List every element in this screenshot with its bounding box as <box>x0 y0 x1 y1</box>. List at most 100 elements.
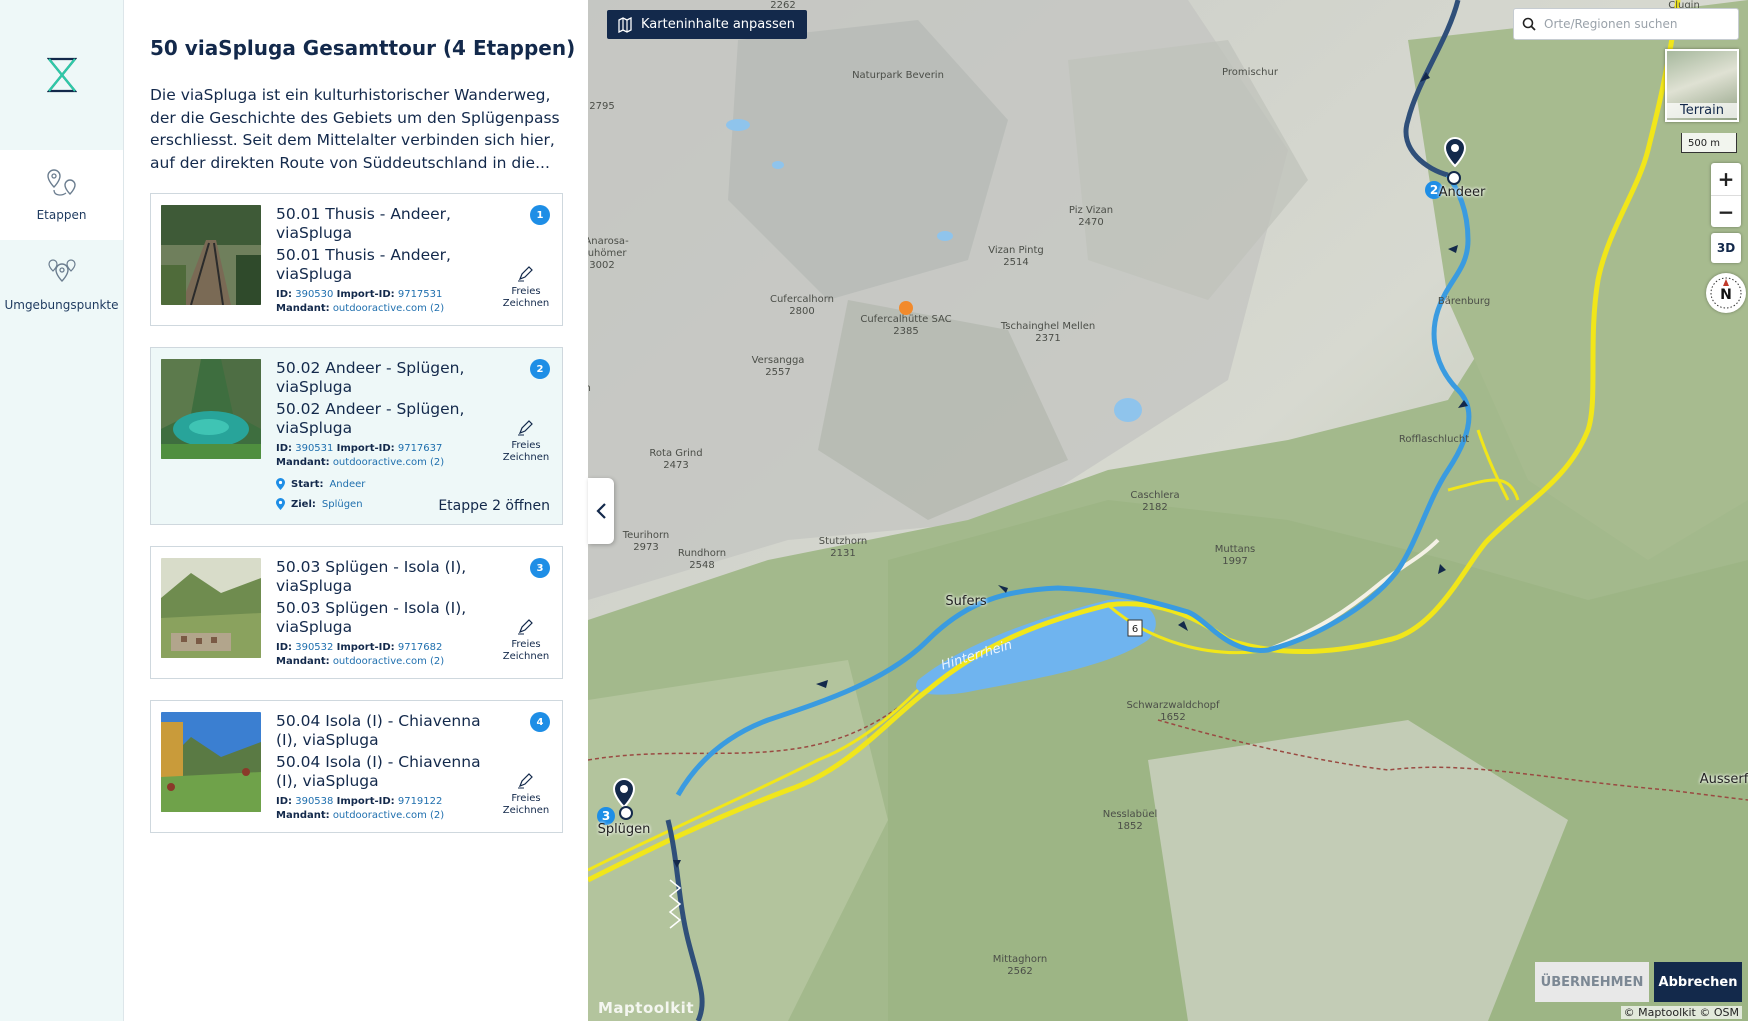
stage-4-photo <box>161 712 261 812</box>
maptoolkit-watermark: Maptoolkit <box>598 999 694 1017</box>
nav-umgebungspunkte-label: Umgebungspunkte <box>4 298 119 312</box>
logo-icon <box>46 57 77 93</box>
nav-rail: Etappen Umgebungspunkte <box>0 0 124 1021</box>
open-stage-2-link[interactable]: Etappe 2 öffnen <box>438 498 550 514</box>
map-label-mittaghorn: Mittaghorn 2562 <box>992 954 1048 977</box>
location-pin-icon <box>276 498 285 510</box>
map-label-tschaingel: Tschainghel Mellen 2371 <box>1000 321 1096 344</box>
stage-4-badge: 4 <box>530 712 550 732</box>
stage-4-mandant: Mandant: outdooractive.com (2) <box>276 810 445 821</box>
map-label-anarosa: d'Anarosa- rauhömer3002 <box>588 236 629 271</box>
stage-2-mandant: Mandant: outdooractive.com (2) <box>276 457 445 468</box>
stage-4-subtitle: 50.04 Isola (I) - Chiavenna (I), viaSplu… <box>276 753 481 790</box>
map-label-2795: 2795 <box>589 101 615 112</box>
nav-umgebungspunkte[interactable]: Umgebungspunkte <box>0 240 123 330</box>
stage-3-badge: 3 <box>530 558 550 578</box>
mandant-link[interactable]: outdooractive.com (2) <box>333 303 444 314</box>
town-spluegen: Splügen <box>597 822 651 837</box>
stage-2-badge: 2 <box>530 359 550 379</box>
map-layers-icon <box>618 16 632 33</box>
collapse-panel-button[interactable] <box>588 478 614 544</box>
stage-4-free-draw-button[interactable]: Freies Zeichnen <box>500 771 552 817</box>
map-label-teurihorn: Teurihorn 2973 <box>622 530 670 553</box>
town-andeer: Andeer <box>1438 185 1486 200</box>
stage-1-photo <box>161 205 261 305</box>
stage-card-4[interactable]: 50.04 Isola (I) - Chiavenna (I), viaSplu… <box>150 700 563 833</box>
cancel-button[interactable]: Abbrechen <box>1654 962 1742 1002</box>
svg-text:3: 3 <box>602 809 610 823</box>
map-label-vizan-pintg: Vizan Pintg 2514 <box>988 245 1044 268</box>
stage-1-free-draw-button[interactable]: Freies Zeichnen <box>500 264 552 310</box>
map-label-roffla: Rofflaschlucht <box>1398 434 1470 445</box>
pen-icon <box>518 773 533 789</box>
map-label-naturpark: Naturpark Beverin <box>852 70 944 81</box>
stage-4-title: 50.04 Isola (I) - Chiavenna (I), viaSplu… <box>276 712 481 749</box>
pen-icon <box>518 266 533 282</box>
road-number: 6 <box>1131 624 1139 635</box>
mandant-link[interactable]: outdooractive.com (2) <box>333 457 444 468</box>
nav-etappen[interactable]: Etappen <box>0 150 123 240</box>
search-icon <box>1522 17 1536 31</box>
terrain-layer-toggle[interactable]: Terrain <box>1665 49 1739 122</box>
tour-title: 50 viaSpluga Gesamttour (4 Etappen) <box>150 36 576 60</box>
svg-text:N: N <box>1720 287 1732 303</box>
map-label-barenburg: Bärenburg <box>1437 296 1491 307</box>
map-search[interactable] <box>1513 8 1739 40</box>
toggle-3d-button[interactable]: 3D <box>1711 233 1741 263</box>
map-label-piz-vizan: Piz Vizan 2470 <box>1068 205 1114 228</box>
stage-2-free-draw-button[interactable]: Freies Zeichnen <box>500 418 552 464</box>
map-label-cufercalhorn: Cufercalhorn 2800 <box>769 294 835 317</box>
map-search-input[interactable] <box>1544 17 1724 31</box>
stage-2-subtitle: 50.02 Andeer - Splügen, viaSpluga <box>276 400 465 437</box>
town-ausserferrera: Ausserfe <box>1699 772 1748 787</box>
map-content-button[interactable]: Karteninhalte anpassen <box>607 10 808 39</box>
map-view[interactable]: 2 3 Naturpark Beverin Promischur Clugin … <box>588 0 1748 1021</box>
map-label-stutzhorn: Stutzhorn 2131 <box>818 536 868 559</box>
app-logo[interactable] <box>0 0 123 150</box>
zoom-in-button[interactable]: + <box>1711 163 1741 195</box>
route-pins-icon <box>46 169 76 196</box>
map-attribution[interactable]: © Maptoolkit © OSM <box>1620 1006 1742 1019</box>
stage-3-ids: ID: 390532 Import-ID: 9717682 <box>276 642 443 653</box>
mandant-link[interactable]: outdooractive.com (2) <box>333 810 444 821</box>
map-label-nesslabueel: Nesslabüel 1852 <box>1102 809 1158 832</box>
nav-etappen-label: Etappen <box>36 208 87 222</box>
stage-1-mandant: Mandant: outdooractive.com (2) <box>276 303 445 314</box>
map-label-m: m <box>588 383 591 395</box>
compass-icon: N <box>1710 277 1742 309</box>
hut-icon[interactable] <box>899 301 913 315</box>
stage-3-free-draw-button[interactable]: Freies Zeichnen <box>500 617 552 663</box>
stage-3-photo <box>161 558 261 658</box>
compass-button[interactable]: N <box>1706 273 1746 313</box>
chevron-left-icon <box>596 503 606 519</box>
stage-2-ids: ID: 390531 Import-ID: 9717637 <box>276 443 443 454</box>
stage-card-2[interactable]: 50.02 Andeer - Splügen, viaSpluga 50.02 … <box>150 347 563 525</box>
stage-3-mandant: Mandant: outdooractive.com (2) <box>276 656 445 667</box>
tour-description: Die viaSpluga ist ein kulturhistorischer… <box>150 86 560 172</box>
stage-4-ids: ID: 390538 Import-ID: 9719122 <box>276 796 443 807</box>
stage-card-1[interactable]: 50.01 Thusis - Andeer, viaSpluga 50.01 T… <box>150 193 563 326</box>
map-label-schwarzwaldchopf: Schwarzwaldchopf 1652 <box>1126 700 1220 723</box>
poi-pins-icon <box>47 259 76 282</box>
stage-1-title: 50.01 Thusis - Andeer, viaSpluga <box>276 205 451 242</box>
pen-icon <box>518 420 533 436</box>
map-label-promischur: Promischur <box>1222 67 1278 78</box>
zoom-out-button[interactable]: − <box>1711 195 1741 227</box>
mandant-link[interactable]: outdooractive.com (2) <box>333 656 444 667</box>
stage-1-subtitle: 50.01 Thusis - Andeer, viaSpluga <box>276 246 451 283</box>
stage-2-photo <box>161 359 261 459</box>
pen-icon <box>518 619 533 635</box>
svg-text:2: 2 <box>1430 183 1438 197</box>
zoom-controls: + − <box>1711 163 1741 227</box>
map-label-muttans: Muttans 1997 <box>1214 544 1256 567</box>
town-sufers: Sufers <box>945 594 987 609</box>
stage-3-subtitle: 50.03 Splügen - Isola (I), viaSpluga <box>276 599 467 636</box>
apply-button[interactable]: ÜBERNEHMEN <box>1535 962 1649 1002</box>
stage-3-title: 50.03 Splügen - Isola (I), viaSpluga <box>276 558 467 595</box>
map-label-rota-grind: Rota Grind 2473 <box>649 448 703 471</box>
location-pin-icon <box>276 478 285 490</box>
stage-1-badge: 1 <box>530 205 550 225</box>
map-label-versangga: Versangga 2557 <box>751 355 805 378</box>
stage-card-3[interactable]: 50.03 Splügen - Isola (I), viaSpluga 50.… <box>150 546 563 679</box>
map-label-rundhorn: Rundhorn 2548 <box>677 548 727 571</box>
